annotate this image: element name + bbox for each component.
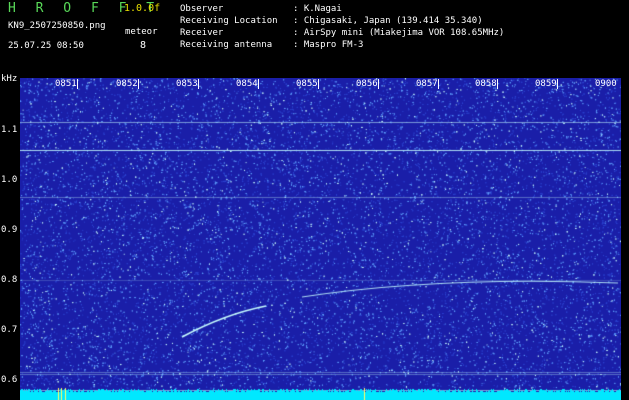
info-row-location: Receiving Location : Chigasaki, Japan (13…: [180, 15, 504, 27]
app-version: 1.0.0f: [124, 3, 161, 14]
x-tick-label: 0854: [236, 79, 258, 89]
x-tick-label: 0852: [116, 79, 138, 89]
info-key: Receiving antenna: [180, 40, 273, 50]
x-tick-mark: [497, 79, 498, 89]
x-tick-mark: [318, 79, 319, 89]
x-tick-label: 0858: [475, 79, 497, 89]
x-tick-mark: [557, 79, 558, 89]
x-tick-mark: [77, 79, 78, 89]
x-tick-label: 0856: [356, 79, 378, 89]
x-tick-label: 0857: [416, 79, 438, 89]
info-value: : Chigasaki, Japan (139.414 35.340): [293, 16, 483, 26]
info-row-receiver: Receiver : AirSpy mini (Miakejima VOR 108…: [180, 27, 504, 39]
x-tick-label: 0900: [595, 79, 617, 89]
station-info: Observer : K.Nagai Receiving Location : Ch…: [180, 3, 504, 51]
x-tick-label: 0853: [176, 79, 198, 89]
info-key: Receiving Location: [180, 16, 278, 26]
y-tick-label: 1.1: [1, 125, 18, 135]
info-value: : Maspro FM-3: [293, 40, 364, 50]
capture-datetime: 25.07.25 08:50: [8, 41, 84, 51]
meteor-label: meteor: [125, 27, 158, 37]
y-tick-label: 0.8: [1, 275, 18, 285]
info-row-observer: Observer : K.Nagai: [180, 3, 504, 15]
x-tick-mark: [258, 79, 259, 89]
y-tick-label: 0.6: [1, 375, 18, 385]
info-value: : K.Nagai: [293, 4, 342, 14]
x-tick-mark: [198, 79, 199, 89]
info-value: : AirSpy mini (Miakejima VOR 108.65MHz): [293, 28, 505, 38]
x-tick-mark: [138, 79, 139, 89]
info-key: Receiver: [180, 28, 224, 38]
x-tick-label: 0855: [296, 79, 318, 89]
x-tick-label: 0851: [55, 79, 77, 89]
spectrogram-canvas: [20, 78, 621, 400]
x-tick-label: 0859: [535, 79, 557, 89]
x-tick-mark: [438, 79, 439, 89]
x-tick-mark: [378, 79, 379, 89]
file-name: KN9_2507250850.png: [8, 21, 106, 31]
meteor-count: 8: [140, 40, 147, 51]
info-row-antenna: Receiving antenna : Maspro FM-3: [180, 39, 504, 51]
y-tick-label: 0.9: [1, 225, 18, 235]
y-tick-label: 1.0: [1, 175, 18, 185]
info-key: Observer: [180, 4, 224, 14]
y-axis-unit: kHz: [1, 74, 18, 84]
header-panel: H R O F F T 1.0.0f KN9_2507250850.png 25…: [0, 0, 629, 74]
y-tick-label: 0.7: [1, 325, 18, 335]
